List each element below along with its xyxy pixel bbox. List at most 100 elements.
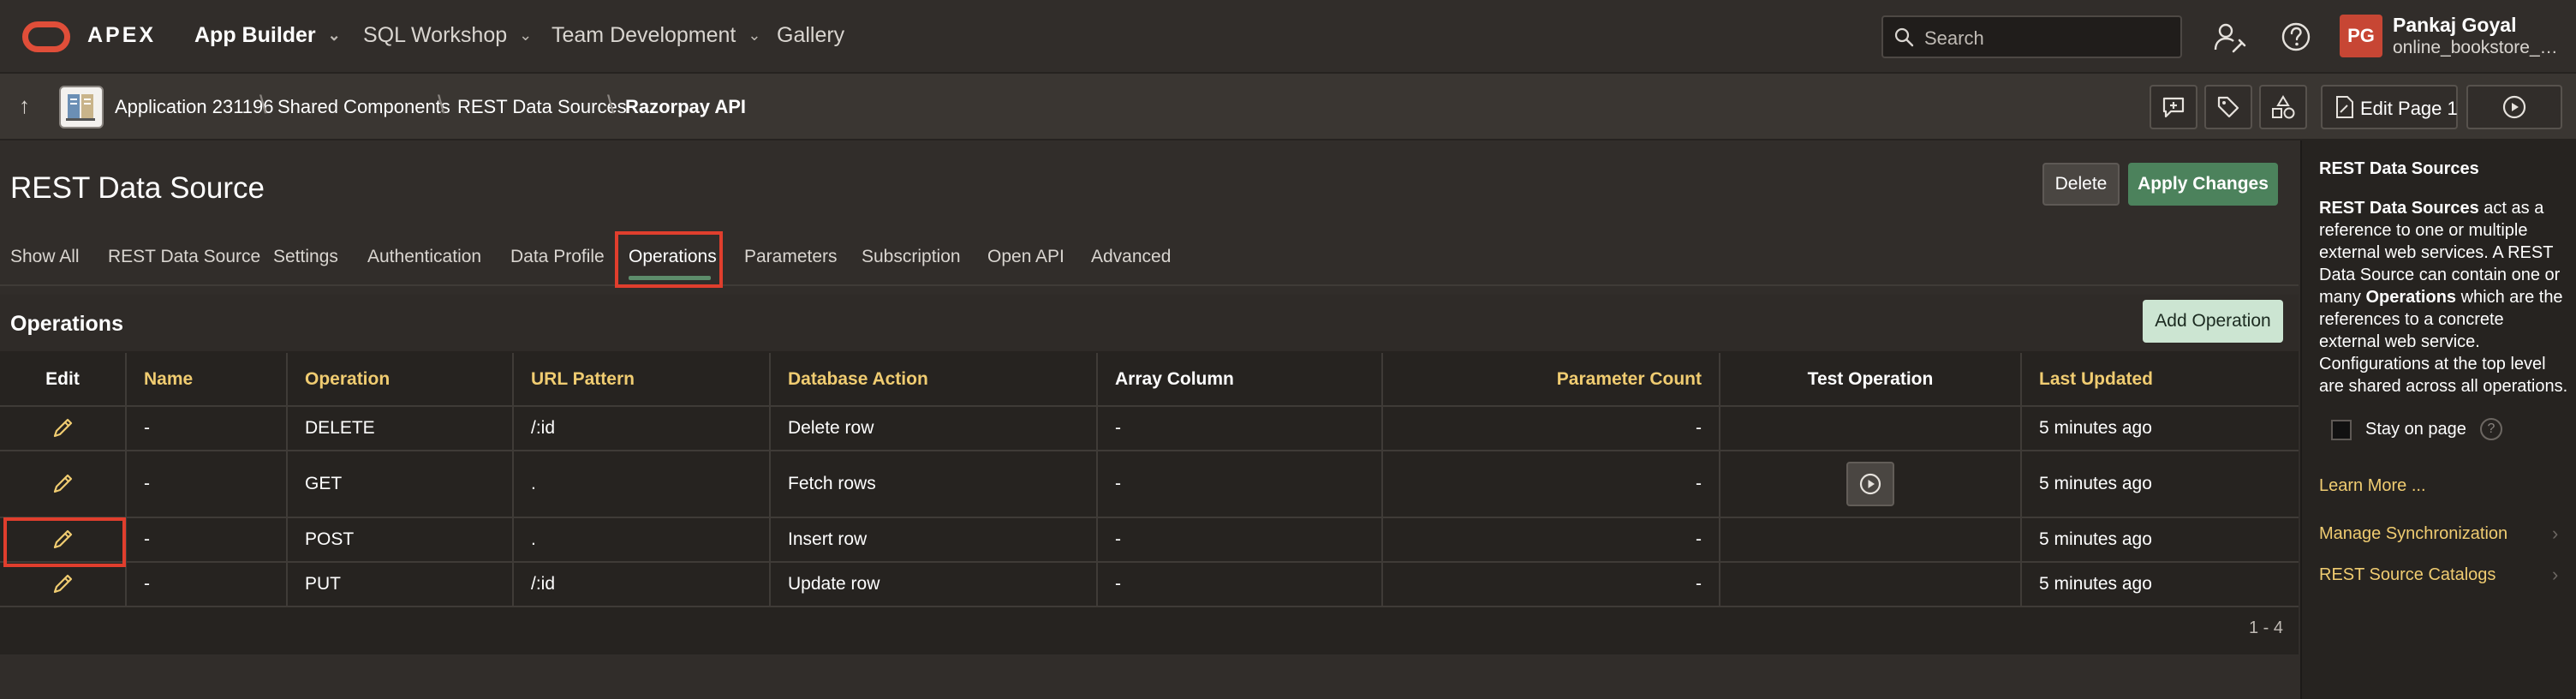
- database-action-cell: Insert row: [770, 517, 1098, 563]
- parameter-count-cell: -: [1382, 517, 1720, 563]
- application-icon[interactable]: [59, 86, 104, 128]
- operation-cell: GET: [287, 451, 514, 518]
- table-row: - POST . Insert row - - 5 minutes ago: [0, 517, 2299, 563]
- name-cell: -: [126, 451, 288, 518]
- chevron-down-icon: ⌄: [327, 27, 341, 44]
- edit-cell[interactable]: [0, 406, 127, 451]
- rest-source-catalogs-link[interactable]: REST Source Catalogs: [2319, 565, 2496, 585]
- tab-authentication[interactable]: Authentication: [367, 247, 481, 267]
- operation-cell: POST: [287, 517, 514, 563]
- help-panel: REST Data Sources REST Data Sources act …: [2300, 140, 2576, 699]
- help-text-bold: Operations: [2365, 288, 2457, 307]
- nav-gallery[interactable]: Gallery: [777, 23, 844, 48]
- url-pattern-cell: /:id: [513, 562, 771, 607]
- manage-synchronization-link[interactable]: Manage Synchronization: [2319, 524, 2507, 544]
- column-header-last-updated[interactable]: Last Updated: [2021, 353, 2299, 407]
- administration-icon[interactable]: [2211, 19, 2247, 55]
- shared-components-button[interactable]: [2259, 85, 2307, 129]
- search-input[interactable]: Search: [1881, 15, 2182, 58]
- breadcrumb-shared-components[interactable]: Shared Components: [277, 96, 450, 118]
- last-updated-cell: 5 minutes ago: [2021, 517, 2299, 563]
- database-action-cell: Fetch rows: [770, 451, 1098, 518]
- breadcrumb-rest-data-sources[interactable]: REST Data Sources: [457, 96, 627, 118]
- tabs-divider: [0, 284, 2299, 286]
- search-icon: [1894, 27, 1914, 47]
- pencil-icon[interactable]: [51, 472, 75, 496]
- avatar[interactable]: PG: [2340, 15, 2382, 57]
- learn-more-link[interactable]: Learn More ...: [2319, 476, 2426, 496]
- chevron-down-icon: ⌄: [748, 27, 761, 44]
- edit-page-button[interactable]: Edit Page 1: [2321, 85, 2458, 129]
- breadcrumb-separator: \: [607, 91, 615, 119]
- breadcrumb-bar: ↑ Application 231196 \ Shared Components…: [0, 74, 2576, 140]
- test-operation-button[interactable]: [1846, 462, 1894, 506]
- name-cell: -: [126, 517, 288, 563]
- tab-show-all[interactable]: Show All: [10, 247, 80, 267]
- tab-rest-data-source[interactable]: REST Data Source: [108, 247, 260, 267]
- tab-subscription[interactable]: Subscription: [862, 247, 961, 267]
- tab-settings[interactable]: Settings: [273, 247, 338, 267]
- help-description: REST Data Sources act as a reference to …: [2319, 197, 2569, 397]
- tab-parameters[interactable]: Parameters: [744, 247, 838, 267]
- breadcrumb-separator: \: [259, 91, 267, 119]
- nav-team-development[interactable]: Team Development ⌄: [552, 23, 760, 48]
- column-header-database-action[interactable]: Database Action: [770, 353, 1098, 407]
- edit-cell[interactable]: [0, 562, 127, 607]
- bookmark-button[interactable]: [2204, 85, 2252, 129]
- tab-advanced[interactable]: Advanced: [1091, 247, 1171, 267]
- play-icon: [1859, 473, 1881, 495]
- array-column-cell: -: [1097, 406, 1383, 451]
- user-name[interactable]: Pankaj Goyal: [2393, 14, 2516, 37]
- nav-sql-workshop-label: SQL Workshop: [363, 23, 508, 47]
- oracle-logo-icon[interactable]: [22, 21, 70, 52]
- up-arrow-icon[interactable]: ↑: [19, 93, 30, 119]
- parameter-count-cell: -: [1382, 562, 1720, 607]
- edit-document-icon: [2336, 96, 2353, 118]
- url-pattern-cell: .: [513, 517, 771, 563]
- column-header-url-pattern[interactable]: URL Pattern: [513, 353, 771, 407]
- stay-on-page-help-icon[interactable]: ?: [2480, 418, 2502, 440]
- play-icon: [2502, 95, 2526, 119]
- column-header-name[interactable]: Name: [126, 353, 288, 407]
- edit-page-label: Edit Page 1: [2360, 98, 2458, 119]
- column-header-array-column: Array Column: [1097, 353, 1383, 407]
- operations-region: Operations Add Operation Edit Name Opera…: [0, 295, 2299, 654]
- database-action-cell: Update row: [770, 562, 1098, 607]
- chevron-down-icon: ⌄: [519, 27, 533, 44]
- test-operation-cell: [1720, 406, 2022, 451]
- post-edit-highlight: [3, 517, 126, 567]
- nav-app-builder[interactable]: App Builder ⌄: [194, 23, 341, 48]
- run-page-button[interactable]: [2466, 85, 2562, 129]
- tab-data-profile[interactable]: Data Profile: [510, 247, 605, 267]
- table-row: - GET . Fetch rows - - 5 minutes ago: [0, 451, 2299, 518]
- column-header-parameter-count[interactable]: Parameter Count: [1382, 353, 1720, 407]
- shapes-icon: [2272, 95, 2295, 119]
- pencil-icon[interactable]: [51, 416, 75, 440]
- operations-table: Edit Name Operation URL Pattern Database…: [0, 353, 2299, 607]
- test-operation-cell: [1720, 451, 2022, 518]
- name-cell: -: [126, 406, 288, 451]
- help-text-bold: REST Data Sources: [2319, 199, 2479, 218]
- parameter-count-cell: -: [1382, 406, 1720, 451]
- delete-button[interactable]: Delete: [2042, 163, 2120, 206]
- edit-cell[interactable]: [0, 451, 127, 518]
- table-header-row: Edit Name Operation URL Pattern Database…: [0, 353, 2299, 407]
- nav-app-builder-label: App Builder: [194, 23, 316, 47]
- feedback-button[interactable]: [2150, 85, 2197, 129]
- last-updated-cell: 5 minutes ago: [2021, 562, 2299, 607]
- add-operation-button[interactable]: Add Operation: [2143, 300, 2283, 343]
- tab-open-api[interactable]: Open API: [987, 247, 1064, 267]
- pencil-icon[interactable]: [51, 572, 75, 596]
- user-workspace[interactable]: online_bookstore_a...: [2393, 38, 2564, 58]
- stay-on-page-checkbox[interactable]: [2331, 420, 2352, 440]
- nav-team-development-label: Team Development: [552, 23, 736, 47]
- column-header-operation[interactable]: Operation: [287, 353, 514, 407]
- array-column-cell: -: [1097, 562, 1383, 607]
- array-column-cell: -: [1097, 451, 1383, 518]
- stay-on-page-label[interactable]: Stay on page: [2365, 420, 2466, 439]
- apply-changes-button[interactable]: Apply Changes: [2128, 163, 2278, 206]
- nav-sql-workshop[interactable]: SQL Workshop ⌄: [363, 23, 532, 48]
- breadcrumb-application[interactable]: Application 231196: [115, 96, 274, 118]
- product-name[interactable]: APEX: [87, 23, 156, 48]
- help-icon[interactable]: [2278, 19, 2314, 55]
